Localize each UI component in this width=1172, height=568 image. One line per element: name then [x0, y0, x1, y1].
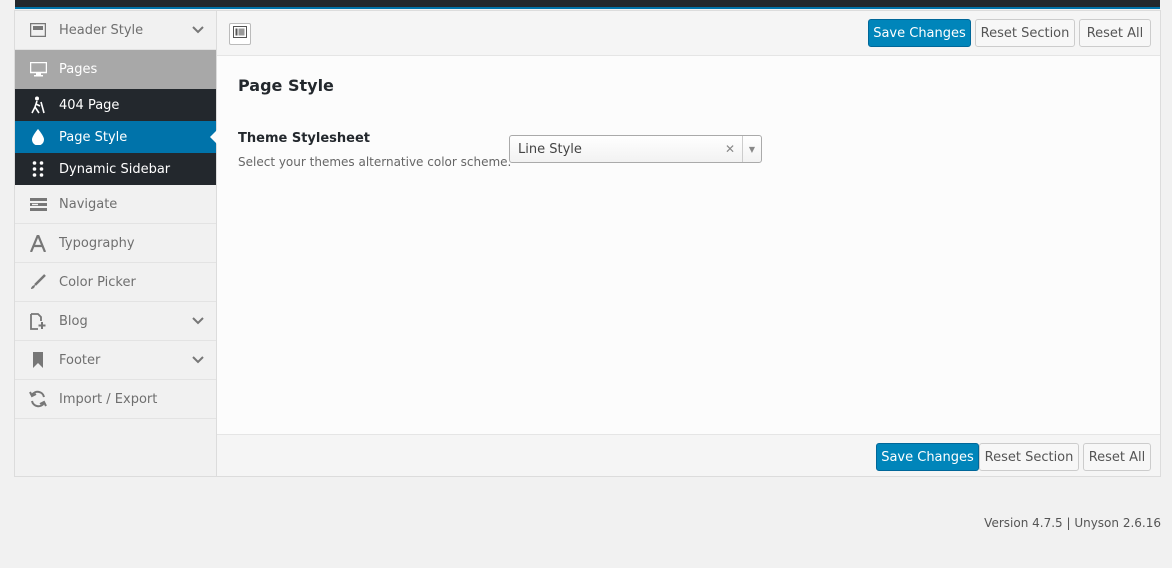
sidebar-subitem-404-page[interactable]: 404 Page — [15, 89, 216, 121]
sidebar-item-typography[interactable]: Typography — [15, 224, 216, 263]
select-value: Line Style — [518, 141, 582, 157]
clear-icon[interactable]: ✕ — [725, 142, 735, 156]
sidebar-subitem-label: 404 Page — [59, 97, 120, 113]
dropdown-arrow-icon[interactable]: ▼ — [742, 136, 761, 162]
bookmark-icon — [29, 351, 47, 369]
reset-section-button[interactable]: Reset Section — [975, 19, 1075, 47]
sidebar-item-color-picker[interactable]: Color Picker — [15, 263, 216, 302]
sidebar-item-label: Pages — [59, 62, 98, 77]
options-panel: Header Style Pages 404 Page Page Style D… — [14, 10, 1161, 477]
add-page-icon — [29, 312, 47, 330]
bottom-toolbar: Save Changes Reset Section Reset All — [217, 434, 1160, 476]
sidebar-item-label: Blog — [59, 313, 88, 329]
sidebar-subitem-label: Page Style — [59, 129, 128, 145]
walking-person-icon — [29, 96, 47, 114]
version-info: Version 4.7.5 | Unyson 2.6.16 — [984, 516, 1161, 530]
save-changes-button[interactable]: Save Changes — [868, 19, 971, 47]
reset-all-button-bottom[interactable]: Reset All — [1083, 443, 1151, 471]
expand-options-button[interactable] — [229, 23, 251, 45]
options-main: Save Changes Reset Section Reset All Pag… — [217, 11, 1160, 476]
admin-top-strip — [15, 0, 1160, 9]
sidebar-item-blog[interactable]: Blog — [15, 302, 216, 341]
sidebar-item-navigate[interactable]: Navigate — [15, 185, 216, 224]
sidebar-item-footer[interactable]: Footer — [15, 341, 216, 380]
expand-icon — [233, 26, 247, 42]
options-sidebar: Header Style Pages 404 Page Page Style D… — [15, 11, 217, 476]
chevron-down-icon[interactable] — [192, 314, 204, 329]
header-layout-icon — [29, 21, 47, 39]
chevron-down-icon[interactable] — [192, 23, 204, 38]
brush-icon — [29, 273, 47, 291]
reset-all-button[interactable]: Reset All — [1079, 19, 1151, 47]
dots-grid-icon — [29, 160, 47, 178]
section-title: Page Style — [238, 76, 334, 95]
field-label: Theme Stylesheet — [238, 131, 370, 146]
monitor-icon — [29, 61, 47, 79]
field-description: Select your themes alternative color sch… — [238, 155, 512, 169]
sync-icon — [29, 390, 47, 408]
sidebar-item-header-style[interactable]: Header Style — [15, 11, 216, 50]
sidebar-item-label: Color Picker — [59, 274, 136, 290]
sidebar-item-import-export[interactable]: Import / Export — [15, 380, 216, 419]
water-drop-icon — [29, 128, 47, 146]
sidebar-item-pages[interactable]: Pages — [15, 50, 216, 89]
sidebar-item-label: Header Style — [59, 22, 144, 38]
menu-bars-icon — [29, 195, 47, 213]
sidebar-subitem-dynamic-sidebar[interactable]: Dynamic Sidebar — [15, 153, 216, 185]
sidebar-item-label: Import / Export — [59, 391, 158, 407]
sidebar-item-label: Footer — [59, 352, 101, 368]
content-area: Page Style Theme Stylesheet Select your … — [217, 57, 1160, 434]
reset-section-button-bottom[interactable]: Reset Section — [979, 443, 1079, 471]
theme-stylesheet-select[interactable]: Line Style ✕ ▼ — [509, 135, 762, 163]
sidebar-subitem-label: Dynamic Sidebar — [59, 161, 171, 177]
sidebar-subitem-page-style[interactable]: Page Style — [15, 121, 217, 153]
chevron-down-icon[interactable] — [192, 353, 204, 368]
sidebar-item-label: Typography — [59, 235, 135, 251]
top-toolbar: Save Changes Reset Section Reset All — [217, 11, 1160, 56]
typography-a-icon — [29, 234, 47, 252]
sidebar-item-label: Navigate — [59, 196, 118, 212]
save-changes-button-bottom[interactable]: Save Changes — [876, 443, 979, 471]
